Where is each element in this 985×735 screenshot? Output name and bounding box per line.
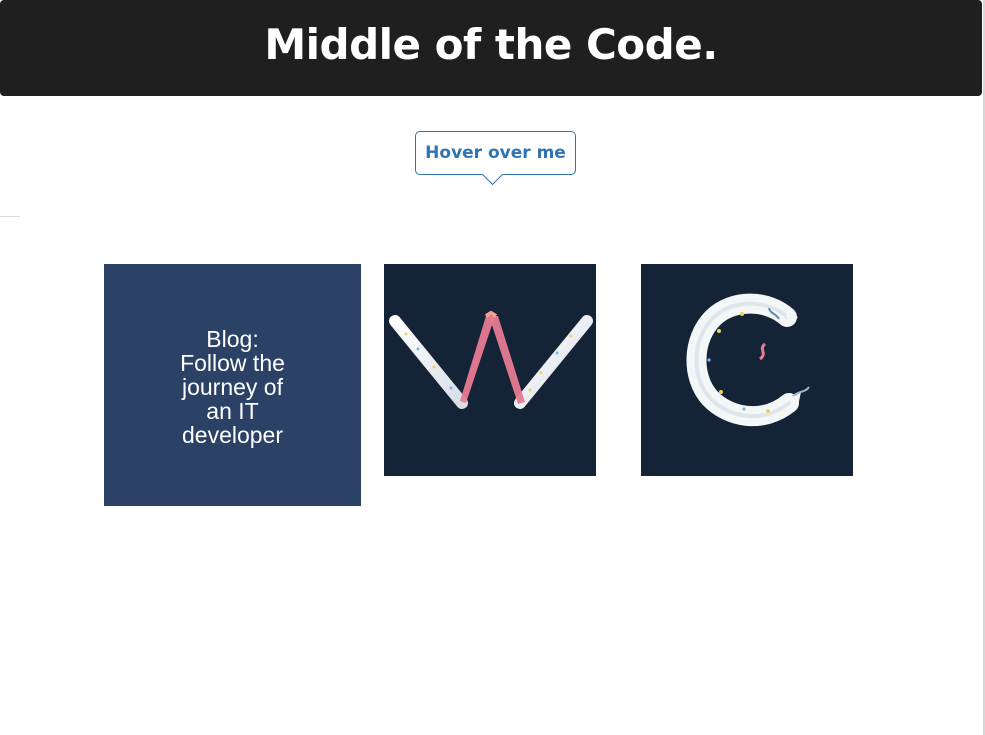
letter-w-card[interactable] [384, 264, 596, 476]
letter-c-balloon-icon [641, 264, 853, 476]
page: Middle of the Code. Hover over me Blog: … [0, 0, 985, 735]
hover-tooltip-trigger[interactable]: Hover over me [415, 131, 576, 186]
site-title: Middle of the Code. [264, 19, 718, 69]
letter-c-card[interactable] [641, 264, 853, 476]
left-divider [0, 216, 20, 217]
site-header: Middle of the Code. [0, 0, 982, 96]
blog-card[interactable]: Blog: Follow the journey of an IT develo… [104, 264, 361, 506]
blog-card-text: Blog: Follow the journey of an IT develo… [180, 326, 285, 448]
letter-w-balloon-icon [384, 264, 596, 476]
